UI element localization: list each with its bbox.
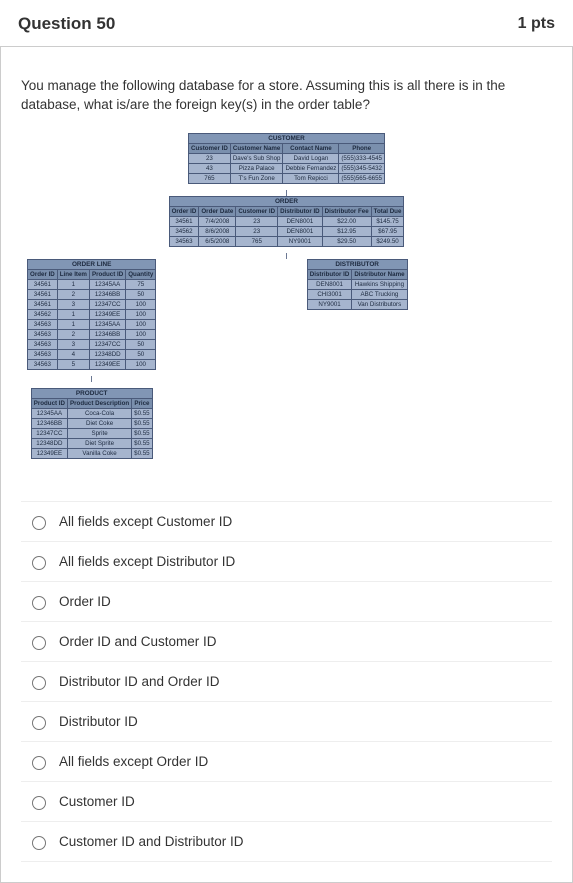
answer-label: Distributor ID and Order ID [59,674,220,689]
order-table: ORDEROrder IDOrder DateCustomer IDDistri… [169,196,405,247]
answer-radio[interactable] [32,756,46,770]
answer-label: Distributor ID [59,714,138,729]
answer-option[interactable]: Distributor ID [21,702,552,742]
product-table: PRODUCTProduct IDProduct DescriptionPric… [31,388,153,459]
answer-label: All fields except Distributor ID [59,554,235,569]
question-text: You manage the following database for a … [21,77,552,115]
answer-options: All fields except Customer ID All fields … [21,501,552,862]
answer-radio[interactable] [32,716,46,730]
answer-radio[interactable] [32,836,46,850]
answer-label: All fields except Order ID [59,754,208,769]
customer-table: CUSTOMERCustomer IDCustomer NameContact … [188,133,385,184]
answer-label: All fields except Customer ID [59,514,232,529]
answer-radio[interactable] [32,516,46,530]
question-header: Question 50 1 pts [0,0,573,47]
answer-option[interactable]: Order ID and Customer ID [21,622,552,662]
orderline-table: ORDER LINEOrder IDLine ItemProduct IDQua… [27,259,156,370]
answer-option[interactable]: Distributor ID and Order ID [21,662,552,702]
answer-label: Order ID [59,594,111,609]
points: 1 pts [518,15,555,33]
answer-option[interactable]: All fields except Customer ID [21,501,552,542]
answer-option[interactable]: All fields except Order ID [21,742,552,782]
answer-radio[interactable] [32,796,46,810]
answer-option[interactable]: Order ID [21,582,552,622]
answer-radio[interactable] [32,556,46,570]
answer-label: Customer ID [59,794,135,809]
answer-label: Customer ID and Distributor ID [59,834,244,849]
answer-label: Order ID and Customer ID [59,634,217,649]
answer-radio[interactable] [32,636,46,650]
distributor-table: DISTRIBUTORDistributor IDDistributor Nam… [307,259,408,310]
answer-radio[interactable] [32,676,46,690]
answer-option[interactable]: All fields except Distributor ID [21,542,552,582]
question-number: Question 50 [18,14,115,34]
db-schema-diagram: CUSTOMERCustomer IDCustomer NameContact … [21,133,552,481]
answer-radio[interactable] [32,596,46,610]
answer-option[interactable]: Customer ID [21,782,552,822]
answer-option[interactable]: Customer ID and Distributor ID [21,822,552,862]
question-body: You manage the following database for a … [0,47,573,883]
